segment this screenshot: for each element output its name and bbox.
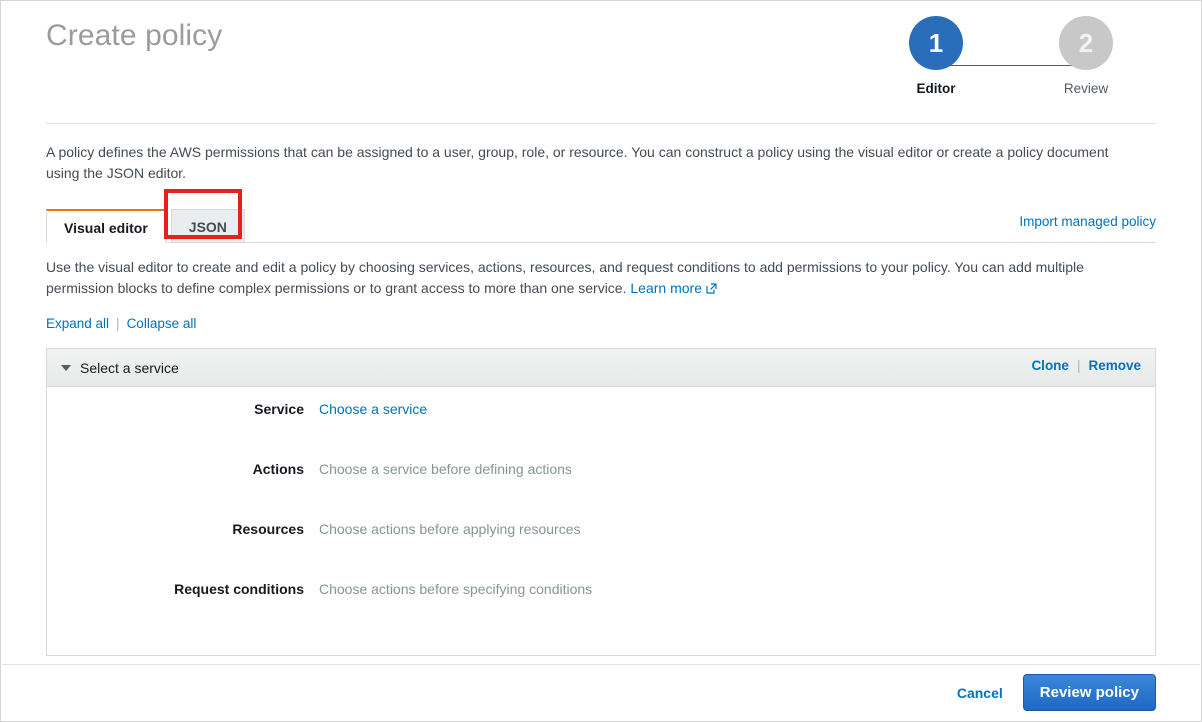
page-header: Create policy 1 Editor 2 Review [46,1,1156,124]
permission-block-header: Select a service Clone | Remove [47,349,1155,387]
form-label-resources: Resources [47,521,319,537]
help-text-body: Use the visual editor to create and edit… [46,259,1084,296]
step-label-editor: Editor [881,81,991,96]
step-number-badge-2: 2 [1059,16,1113,70]
form-row-service: Service Choose a service [47,401,1155,461]
form-row-actions: Actions Choose a service before defining… [47,461,1155,521]
create-policy-page: Create policy 1 Editor 2 Review A policy… [0,0,1202,722]
step-label-review: Review [1031,81,1141,96]
wizard-steps: 1 Editor 2 Review [856,16,1156,106]
wizard-step-review[interactable]: 2 Review [1031,16,1141,96]
import-managed-policy-link[interactable]: Import managed policy [1019,214,1156,229]
tab-json[interactable]: JSON [171,209,245,243]
cancel-button[interactable]: Cancel [957,685,1003,701]
learn-more-link[interactable]: Learn more [630,280,702,296]
permission-block-actions: Clone | Remove [1031,358,1141,373]
visual-editor-help-text: Use the visual editor to create and edit… [46,257,1106,299]
page-footer: Cancel Review policy [2,664,1200,720]
actions-placeholder-text: Choose a service before defining actions [319,461,572,477]
request-conditions-placeholder-text: Choose actions before specifying conditi… [319,581,592,597]
form-label-request-conditions: Request conditions [47,581,319,597]
expand-all-link[interactable]: Expand all [46,316,109,331]
tree-controls-separator: | [116,316,120,331]
permission-block-panel: Select a service Clone | Remove Service Ch… [46,348,1156,656]
editor-tabbar: Visual editor JSON Import managed policy [46,206,1156,243]
external-link-icon [706,279,717,290]
chevron-down-icon[interactable] [61,365,71,371]
form-row-request-conditions: Request conditions Choose actions before… [47,581,1155,641]
clone-link[interactable]: Clone [1031,358,1069,373]
page-title: Create policy [46,19,222,53]
tree-controls: Expand all | Collapse all [46,316,1156,331]
tab-list: Visual editor JSON [46,209,245,243]
form-label-actions: Actions [47,461,319,477]
remove-link[interactable]: Remove [1088,358,1141,373]
review-policy-button[interactable]: Review policy [1023,674,1156,711]
step-number-badge-1: 1 [909,16,963,70]
form-label-service: Service [47,401,319,417]
collapse-all-link[interactable]: Collapse all [127,316,197,331]
choose-a-service-link[interactable]: Choose a service [319,401,427,417]
intro-text: A policy defines the AWS permissions tha… [46,142,1126,184]
tab-visual-editor[interactable]: Visual editor [46,209,166,243]
page-content: A policy defines the AWS permissions tha… [46,124,1156,688]
permission-block-title[interactable]: Select a service [80,360,179,376]
form-row-resources: Resources Choose actions before applying… [47,521,1155,581]
resources-placeholder-text: Choose actions before applying resources [319,521,581,537]
permission-block-body: Service Choose a service Actions Choose … [47,387,1155,655]
wizard-step-editor[interactable]: 1 Editor [881,16,991,96]
actions-separator: | [1077,358,1081,373]
